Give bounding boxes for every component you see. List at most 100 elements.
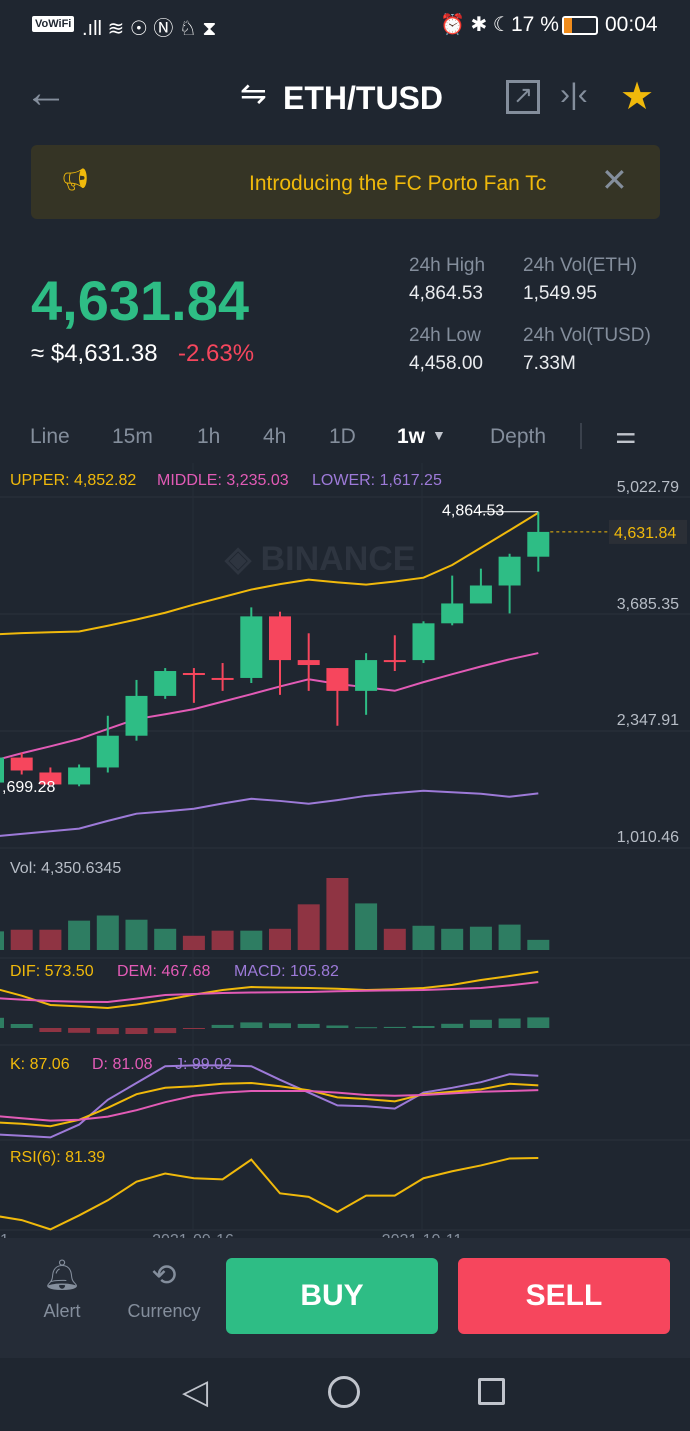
alarm-bluetooth-moon-icons: ⏰ ✱ ☾ — [440, 14, 511, 36]
signal-wifi-icons: .ıll ≋ ☉ Ⓝ ♘ ⧗ — [82, 18, 217, 40]
macd-bar — [96, 1028, 119, 1035]
macd-bar — [441, 1023, 464, 1028]
volume-bar — [182, 935, 205, 950]
macd-bar — [154, 1028, 177, 1034]
k-label: K: 87.06 — [10, 1056, 70, 1073]
system-nav-bar: ◁ — [0, 1350, 690, 1431]
buy-button[interactable]: BUY — [226, 1258, 438, 1334]
y-tick-label: 5,022.79 — [617, 479, 679, 496]
stat-value: 7.33M — [523, 353, 576, 374]
tab-1w[interactable]: 1w — [397, 425, 425, 449]
volume-bar — [68, 920, 91, 950]
banner-text[interactable]: Introducing the FC Porto Fan Tc — [249, 172, 571, 196]
d-line — [0, 1089, 539, 1122]
tab-line[interactable]: Line — [30, 425, 70, 449]
compare-icon[interactable]: ›|‹ — [560, 78, 588, 112]
tab-depth[interactable]: Depth — [490, 425, 546, 449]
candle-body — [498, 556, 521, 586]
high-label: 4,864.53 — [442, 503, 504, 520]
divider — [580, 423, 582, 449]
back-arrow-icon[interactable]: ← — [24, 68, 68, 118]
d-label: D: 81.08 — [92, 1056, 153, 1073]
volume-bar — [96, 915, 119, 950]
external-link-icon[interactable]: ↗ — [506, 80, 540, 114]
tab-1h[interactable]: 1h — [197, 425, 220, 449]
tab-1d[interactable]: 1D — [329, 425, 356, 449]
home-circle-icon[interactable] — [328, 1376, 360, 1408]
macd-bar — [498, 1018, 521, 1028]
tab-4h[interactable]: 4h — [263, 425, 286, 449]
volume-bar — [527, 939, 550, 950]
chevron-down-icon[interactable]: ▼ — [432, 427, 446, 443]
sell-button[interactable]: SELL — [458, 1258, 670, 1334]
candle-body — [355, 660, 378, 691]
stat-label: 24h High — [409, 255, 486, 276]
macd-bar — [527, 1017, 550, 1028]
volume-bar — [154, 928, 177, 950]
candle-body — [326, 668, 349, 691]
price-change: -2.63% — [178, 340, 255, 367]
settings-sliders-icon[interactable]: ⚌ — [615, 421, 637, 450]
currency-button[interactable]: ⟲ Currency — [118, 1258, 210, 1322]
candle-body — [182, 673, 205, 676]
volume-bar — [383, 928, 406, 950]
volume-bar — [297, 904, 320, 950]
macd-bar — [355, 1027, 378, 1029]
candle-body — [154, 671, 177, 696]
star-icon[interactable]: ★ — [620, 74, 654, 119]
candle-body — [211, 677, 234, 680]
legend-lower: LOWER: 1,617.25 — [312, 472, 442, 489]
legend-middle: MIDDLE: 3,235.03 — [157, 472, 289, 489]
alert-button[interactable]: 🔔︎ Alert — [30, 1258, 94, 1322]
volume-bar — [10, 929, 33, 950]
interval-tabs: Line 15m 1h 4h 1D 1w ▼ Depth ⚌ — [0, 415, 690, 461]
currency-exchange-icon: ⟲ — [151, 1259, 177, 1292]
macd-bar — [182, 1028, 205, 1029]
recents-square-icon[interactable] — [478, 1378, 505, 1405]
stat-value: 4,864.53 — [409, 283, 483, 304]
rsi-label: RSI(6): 81.39 — [10, 1149, 105, 1166]
last-price: 4,631.84 — [31, 269, 249, 332]
volume-bar — [498, 924, 521, 950]
alert-label: Alert — [43, 1301, 81, 1321]
megaphone-icon: 📢︎ — [61, 167, 89, 192]
volume-bar — [39, 929, 62, 950]
volume-bar — [269, 928, 291, 950]
volume-bar — [125, 919, 148, 950]
macd-bar — [297, 1023, 320, 1028]
rsi-line — [0, 1157, 539, 1231]
clock: 00:04 — [605, 13, 658, 36]
close-icon[interactable]: ✕ — [601, 161, 628, 199]
volume-bar — [240, 930, 263, 950]
candle-body — [441, 603, 464, 624]
announcement-banner[interactable]: 📢︎ Introducing the FC Porto Fan Tc ✕ — [31, 145, 660, 219]
macd-bar — [10, 1024, 33, 1028]
candle-body — [68, 767, 91, 785]
macd-bar — [39, 1028, 62, 1032]
currency-label: Currency — [127, 1301, 201, 1321]
macd-bar — [211, 1024, 234, 1028]
volume-bar — [355, 903, 378, 950]
stat-label: 24h Low — [409, 325, 481, 346]
macd-label: MACD: 105.82 — [234, 963, 339, 980]
status-bar: VoWiFi .ıll ≋ ☉ Ⓝ ♘ ⧗ ⏰ ✱ ☾ 17 % 00:04 — [0, 0, 690, 50]
volume-label: Vol: 4,350.6345 — [10, 860, 121, 877]
candle-body — [412, 623, 435, 661]
macd-bar — [269, 1023, 291, 1028]
bollinger-lower-line — [0, 789, 539, 837]
kline-chart[interactable]: ◈ BINANCE UPPER: 4,852.82 MIDDLE: 3,235.03… — [0, 463, 690, 1238]
battery-percent: 17 % — [511, 13, 559, 36]
macd-bar — [0, 1017, 4, 1028]
bottom-bar: 🔔︎ Alert ⟲ Currency BUY SELL — [0, 1238, 690, 1358]
tab-15m[interactable]: 15m — [112, 425, 153, 449]
stat-label: 24h Vol(ETH) — [523, 255, 638, 276]
candle-body — [297, 660, 320, 666]
bollinger-middle-line — [0, 652, 539, 761]
candle-body — [10, 757, 33, 771]
swap-icon[interactable]: ⇋ — [240, 74, 267, 112]
page-title[interactable]: ETH/TUSD — [283, 80, 443, 117]
j-line — [0, 1064, 539, 1139]
candle-body — [240, 616, 263, 678]
candle-body — [527, 531, 550, 557]
back-triangle-icon[interactable]: ◁ — [182, 1372, 208, 1412]
